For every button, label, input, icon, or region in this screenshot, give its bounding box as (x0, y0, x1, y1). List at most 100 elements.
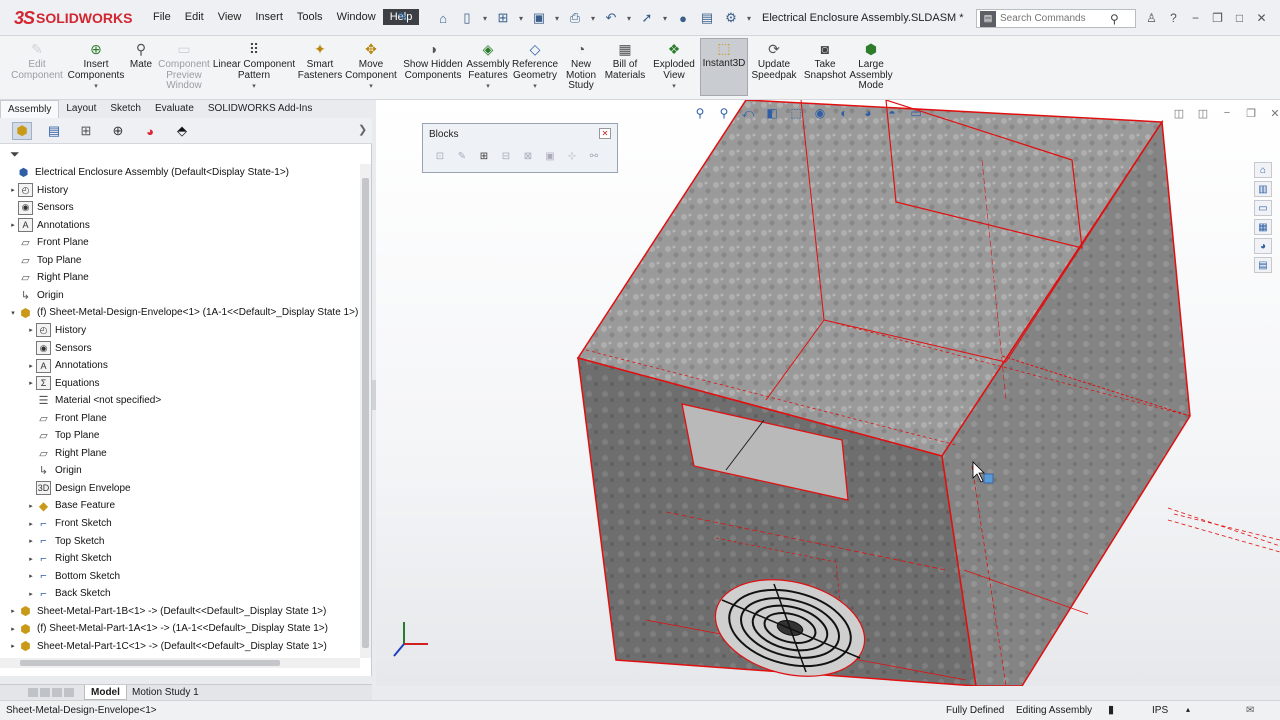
tree-item[interactable]: ↳ Origin (26, 462, 82, 479)
add-remove-icon[interactable]: ⊟ (497, 148, 515, 164)
zoom-to-fit-icon[interactable]: ⚲ (692, 105, 708, 121)
menu-edit[interactable]: Edit (178, 9, 211, 25)
solidworks-logo[interactable]: 3S SOLIDWORKS (14, 6, 132, 30)
custom-properties-icon[interactable]: ▤ (1254, 257, 1272, 273)
minimize-icon[interactable]: − (1188, 10, 1203, 25)
user-icon[interactable]: ♙ (1144, 10, 1159, 25)
help-question-icon[interactable]: ? (1166, 10, 1181, 25)
options-gear-icon[interactable]: ⚙ (720, 9, 742, 27)
tile-right-icon[interactable]: ◫ (1196, 106, 1210, 120)
tree-item[interactable]: ▱ Front Plane (26, 410, 106, 427)
show-hidden-components-button[interactable]: ◑ Show Hidden Components (402, 40, 464, 81)
expand-arrow-icon[interactable]: ▸ (8, 221, 18, 229)
tab-assembly[interactable]: Assembly (0, 100, 60, 118)
tree-item[interactable]: ▱ Front Plane (8, 234, 88, 251)
save-dropdown-icon[interactable]: ▾ (552, 9, 562, 27)
tab-sketch[interactable]: Sketch (103, 100, 148, 118)
tree-item[interactable]: ◉ Sensors (8, 199, 74, 216)
chevron-down-icon[interactable]: ▾ (672, 82, 676, 93)
scene-icon[interactable]: ◓ (884, 105, 900, 121)
new-motion-study-button[interactable]: ◔ New Motion Study (562, 40, 600, 92)
horizontal-scrollbar[interactable] (0, 658, 360, 668)
chevron-down-icon[interactable]: ▾ (94, 82, 98, 93)
prev-tab-icon[interactable] (40, 688, 50, 697)
next-tab-icon[interactable] (52, 688, 62, 697)
exploded-view-button[interactable]: ❖ Exploded View ▾ (650, 40, 698, 93)
take-snapshot-button[interactable]: ◙ Take Snapshot (802, 40, 848, 81)
tree-item[interactable]: ▸ ◴ History (26, 322, 86, 339)
tree-item[interactable]: ▸ A Annotations (8, 217, 90, 234)
close-icon[interactable]: ✕ (1254, 10, 1269, 25)
tree-item[interactable]: ▱ Top Plane (8, 252, 81, 269)
solidworks-resources-icon[interactable]: ⌂ (1254, 162, 1272, 178)
expand-arrow-icon[interactable]: ▸ (8, 607, 18, 615)
insert-components-button[interactable]: ⊕ Insert Components ▾ (66, 40, 126, 93)
tree-item[interactable]: ▸ ⌐ Top Sketch (26, 533, 104, 550)
tree-item[interactable]: ↳ Origin (8, 287, 64, 304)
rebuild-icon[interactable]: ● (672, 9, 694, 27)
instant3d-button[interactable]: ⬚ Instant3D (700, 38, 748, 96)
home-icon[interactable]: ⌂ (432, 9, 454, 27)
chevron-right-icon[interactable]: ❯ (358, 123, 367, 136)
tree-item[interactable]: ▸ ⬢ Sheet-Metal-Part-1C<1> -> (Default<<De… (8, 638, 327, 655)
tree-item[interactable]: ▸ ◆ Base Feature (26, 497, 115, 514)
minimize-icon[interactable]: − (1220, 106, 1234, 120)
vertical-scrollbar[interactable] (360, 164, 371, 658)
expand-arrow-icon[interactable]: ▸ (26, 590, 36, 598)
graphics-area[interactable]: ⚲ ⚲ ⤺ ◧ ⬚ ◉ ◐ ◕ ◓ ▭ ◫ ◫ − ❐ ✕ ⌂ ▥ ▭ ▦ ◕ … (376, 100, 1280, 686)
expand-arrow-icon[interactable]: ▸ (26, 537, 36, 545)
design-library-icon[interactable]: ▥ (1254, 181, 1272, 197)
explode-block-icon[interactable]: ⊹ (563, 148, 581, 164)
tree-item[interactable]: ▱ Right Plane (26, 445, 106, 462)
first-tab-icon[interactable] (28, 688, 38, 697)
select-icon[interactable]: ➚ (636, 9, 658, 27)
large-assembly-mode-button[interactable]: ⬢ Large Assembly Mode (848, 40, 894, 92)
tree-item[interactable]: ▸ ⌐ Back Sketch (26, 585, 110, 602)
tree-item[interactable]: ▸ ⌐ Front Sketch (26, 515, 111, 532)
tree-item[interactable]: ▸ ⌐ Bottom Sketch (26, 568, 120, 585)
chevron-down-icon[interactable]: ▾ (252, 82, 256, 93)
file-properties-icon[interactable]: ▤ (696, 9, 718, 27)
feature-tree-tab-icon[interactable]: ⬢ (12, 122, 32, 140)
edit-component-button[interactable]: ✎ Edit Component (6, 40, 68, 81)
quick-tips-icon[interactable]: ✉ (1246, 705, 1254, 716)
expand-arrow-icon[interactable]: ▸ (8, 642, 18, 650)
tree-item[interactable]: ⬢ Electrical Enclosure Assembly (Default<… (6, 164, 289, 181)
edit-block-icon[interactable]: ✎ (453, 148, 471, 164)
print-icon[interactable]: ⎙ (564, 9, 586, 27)
expand-arrow-icon[interactable]: ▸ (8, 625, 18, 633)
tab-evaluate[interactable]: Evaluate (148, 100, 201, 118)
hide-show-items-icon[interactable]: ◐ (836, 105, 852, 121)
appearance-icon[interactable]: ◕ (860, 105, 876, 121)
cam-tab-icon[interactable]: ⬘ (172, 122, 192, 140)
expand-arrow-icon[interactable]: ▸ (26, 572, 36, 580)
restore-icon[interactable]: ❐ (1244, 106, 1258, 120)
open-icon[interactable]: ⊞ (492, 9, 514, 27)
restore-icon[interactable]: ❐ (1210, 10, 1225, 25)
expand-arrow-icon[interactable]: ▸ (26, 555, 36, 563)
search-input[interactable] (1000, 13, 1110, 24)
scrollbar-thumb[interactable] (362, 178, 369, 648)
new-document-icon[interactable]: ▯ (456, 9, 478, 27)
menu-insert[interactable]: Insert (248, 9, 290, 25)
tab-addins[interactable]: SOLIDWORKS Add-Ins (201, 100, 319, 118)
rebuild-block-icon[interactable]: ⊠ (519, 148, 537, 164)
view-orientation-icon[interactable]: ⬚ (788, 105, 804, 121)
display-manager-tab-icon[interactable]: ◕ (140, 122, 160, 140)
new-dropdown-icon[interactable]: ▾ (480, 9, 490, 27)
expand-arrow-icon[interactable]: ▸ (26, 326, 36, 334)
expand-arrow-icon[interactable]: ▸ (8, 186, 18, 194)
tree-item[interactable]: ☰ Material <not specified> (26, 392, 162, 409)
expand-arrow-icon[interactable]: ▸ (26, 362, 36, 370)
mate-button[interactable]: ⚲ Mate (126, 40, 156, 71)
expand-arrow-icon[interactable]: ▸ (26, 520, 36, 528)
belt-chain-icon[interactable]: ⚯ (585, 148, 603, 164)
undo-icon[interactable]: ↶ (600, 9, 622, 27)
insert-block-icon[interactable]: ⊞ (475, 148, 493, 164)
component-preview-window-button[interactable]: ▭ Component Preview Window (156, 40, 212, 92)
make-block-icon[interactable]: ⊡ (431, 148, 449, 164)
close-icon[interactable]: ✕ (1268, 106, 1280, 120)
linear-component-pattern-button[interactable]: ⠿ Linear Component Pattern ▾ (212, 40, 296, 93)
tree-item[interactable]: ▸ ◴ History (8, 182, 68, 199)
expand-arrow-icon[interactable]: ▸ (26, 379, 36, 387)
